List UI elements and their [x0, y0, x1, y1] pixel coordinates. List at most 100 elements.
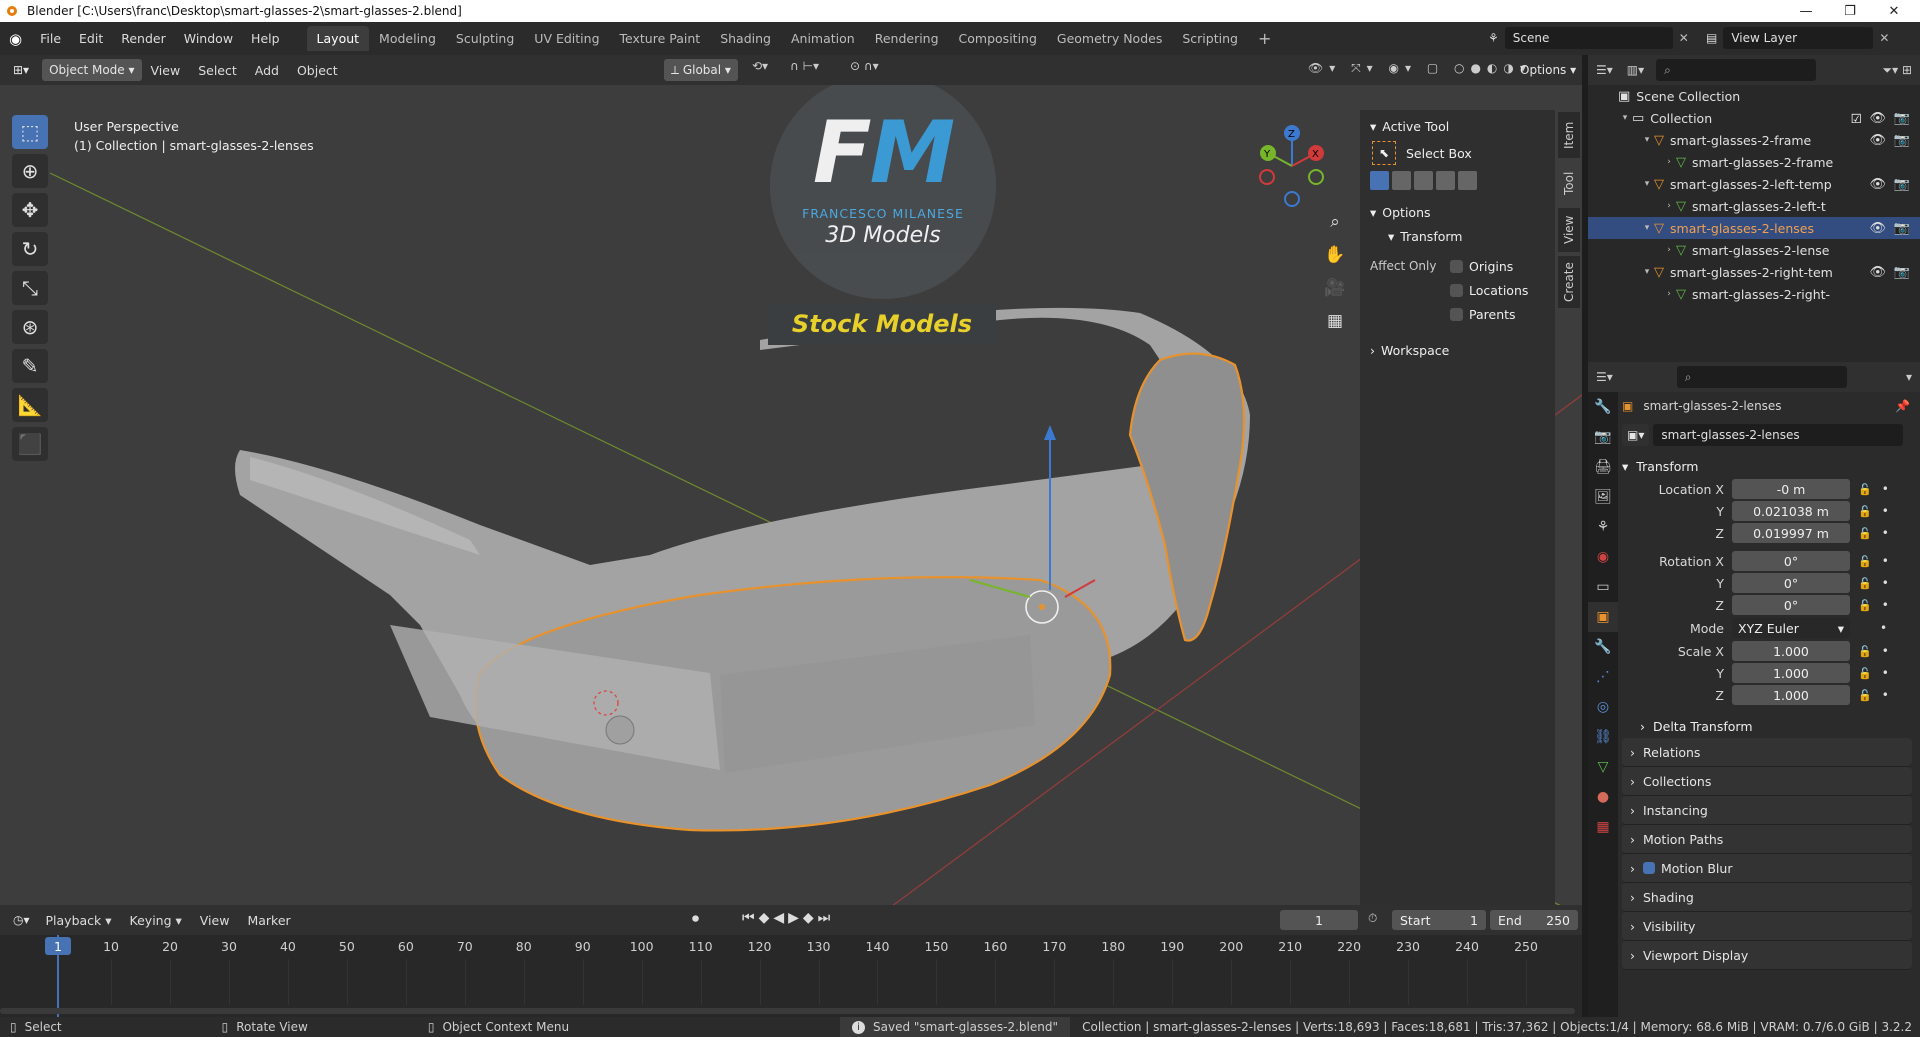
gizmo-neg-x-ball[interactable] [1259, 169, 1275, 185]
scene-close-icon[interactable]: ✕ [1679, 31, 1689, 45]
world-props-icon[interactable]: ◉ [1588, 542, 1618, 572]
tab-rendering[interactable]: Rendering [865, 26, 949, 51]
scene-props-icon[interactable]: ⚘ [1588, 512, 1618, 542]
keyframe-dot-icon[interactable]: • [1882, 526, 1889, 540]
transform-subheader[interactable]: ▾ Transform [1370, 224, 1545, 248]
properties-search-input[interactable]: ⌕ [1676, 366, 1847, 388]
datablock-browse-icon[interactable]: ▣▾ [1622, 424, 1650, 446]
tab-sculpting[interactable]: Sculpting [446, 26, 524, 51]
visibility-eye-icon[interactable]: 👁 [1869, 265, 1886, 280]
select-box-row[interactable]: ⬉ Select Box [1370, 138, 1545, 168]
delta-transform-header[interactable]: › Delta Transform [1622, 714, 1916, 738]
outliner-row[interactable]: ▾ ▽ smart-glasses-2-left-temp 👁 📷 [1588, 173, 1920, 195]
expand-toggle-icon[interactable]: ▾ [1640, 179, 1654, 189]
keyframe-dot-icon[interactable]: • [1880, 621, 1887, 635]
output-props-icon[interactable]: 🖨 [1588, 452, 1618, 482]
collection-checkbox-icon[interactable]: ☑ [1851, 111, 1862, 126]
menu-add[interactable]: Add [246, 63, 288, 78]
render-camera-icon[interactable]: 📷 [1894, 265, 1910, 280]
lock-icon[interactable]: 🔓 [1858, 527, 1872, 540]
pan-hand-icon[interactable]: ✋ [1322, 242, 1348, 268]
keyframe-dot-icon[interactable]: • [1882, 504, 1889, 518]
move-tool-icon[interactable]: ✥ [12, 193, 48, 227]
object-name-field[interactable]: smart-glasses-2-lenses [1653, 424, 1904, 446]
tab-geometry-nodes[interactable]: Geometry Nodes [1047, 26, 1172, 51]
sidebar-tab-item[interactable]: Item [1558, 112, 1580, 158]
rotation-y-field[interactable]: 0° [1732, 573, 1850, 593]
rotation-x-field[interactable]: 0° [1732, 551, 1850, 571]
select-mode-row[interactable] [1370, 171, 1545, 190]
expand-toggle-icon[interactable]: ▾ [1640, 267, 1654, 277]
outliner-row[interactable]: ▾ ▽ smart-glasses-2-right-tem 👁 📷 [1588, 261, 1920, 283]
measure-tool-icon[interactable]: 📐 [12, 388, 48, 422]
tab-shading[interactable]: Shading [710, 26, 781, 51]
sidebar-tab-view[interactable]: View [1558, 208, 1580, 252]
object-props-icon[interactable]: ▣ [1588, 602, 1618, 632]
scale-z-field[interactable]: 1.000 [1732, 685, 1850, 705]
outliner-search-input[interactable]: ⌕ [1656, 59, 1817, 81]
location-z-field[interactable]: 0.019997 m [1732, 523, 1850, 543]
expand-toggle-icon[interactable]: › [1662, 289, 1676, 299]
collection-eye-icon[interactable]: 👁 [1869, 111, 1886, 126]
view-layer-selector[interactable]: View Layer [1723, 27, 1874, 49]
keyframe-dot-icon[interactable]: • [1882, 644, 1889, 658]
workspace-header[interactable]: › Workspace [1370, 338, 1545, 362]
scene-selector[interactable]: Scene [1504, 27, 1673, 49]
tab-scripting[interactable]: Scripting [1172, 26, 1248, 51]
lock-icon[interactable]: 🔓 [1858, 645, 1872, 658]
display-mode-icon[interactable]: ▥▾ [1627, 63, 1644, 77]
lock-icon[interactable]: 🔓 [1858, 689, 1872, 702]
scale-x-field[interactable]: 1.000 [1732, 641, 1850, 661]
sidebar-tab-create[interactable]: Create [1558, 256, 1580, 308]
mode-extend-icon[interactable] [1392, 171, 1411, 190]
keyframe-dot-icon[interactable]: • [1882, 598, 1889, 612]
mode-difference-icon[interactable] [1436, 171, 1455, 190]
menu-edit[interactable]: Edit [70, 31, 112, 46]
keyframe-dot-icon[interactable]: • [1882, 576, 1889, 590]
keyframe-dot-icon[interactable]: • [1882, 554, 1889, 568]
lock-icon[interactable]: 🔓 [1858, 505, 1872, 518]
collection-props-icon[interactable]: ▭ [1588, 572, 1618, 602]
keyframe-dot-icon[interactable]: • [1882, 666, 1889, 680]
transform-tool-icon[interactable]: ⊛ [12, 310, 48, 344]
lock-icon[interactable]: 🔓 [1858, 483, 1872, 496]
tab-animation[interactable]: Animation [781, 26, 865, 51]
menu-select[interactable]: Select [189, 63, 246, 78]
mesh-data-props-icon[interactable]: ▽ [1588, 752, 1618, 782]
modifier-props-icon[interactable]: 🔧 [1588, 632, 1618, 662]
outliner-editor-icon[interactable]: ☰▾ [1596, 63, 1613, 77]
visibility-eye-icon[interactable]: 👁 [1869, 177, 1886, 192]
menu-file[interactable]: File [31, 31, 70, 46]
tab-compositing[interactable]: Compositing [949, 26, 1047, 51]
properties-options-icon[interactable]: ▾ [1906, 370, 1912, 384]
render-camera-icon[interactable]: 📷 [1894, 177, 1910, 192]
record-icon[interactable]: ⏺ [692, 911, 699, 927]
relations-section[interactable]: › Relations [1622, 738, 1912, 767]
origins-checkbox[interactable] [1450, 259, 1463, 273]
shading-section[interactable]: › Shading [1622, 883, 1912, 912]
lock-icon[interactable]: 🔓 [1858, 577, 1872, 590]
view-layer-close-icon[interactable]: ✕ [1879, 31, 1889, 45]
outliner-row[interactable]: › ▽ smart-glasses-2-left-t [1588, 195, 1920, 217]
location-x-field[interactable]: -0 m [1732, 479, 1850, 499]
proportional-edit-icon[interactable]: ⊙ ∩▾ [850, 59, 879, 73]
tab-layout[interactable]: Layout [306, 26, 370, 51]
zoom-icon[interactable]: ⌕ [1322, 209, 1348, 235]
instancing-section[interactable]: › Instancing [1622, 796, 1912, 825]
rotation-mode-dropdown[interactable]: XYZ Euler ▾ [1732, 618, 1850, 638]
visibility-eye-icon[interactable]: 👁 [1869, 133, 1886, 148]
locations-checkbox[interactable] [1450, 283, 1463, 297]
render-camera-icon[interactable]: 📷 [1894, 221, 1910, 236]
gizmo-neg-z-ball[interactable] [1284, 191, 1300, 207]
maximize-button[interactable]: ❐ [1828, 0, 1872, 22]
keyframe-dot-icon[interactable]: • [1882, 688, 1889, 702]
timeline-ruler[interactable]: 1 10 20 30 40 50 60 70 80 90 100 110 120 130 140 150 160… [0, 935, 1582, 1017]
outliner-row[interactable]: › ▽ smart-glasses-2-frame [1588, 151, 1920, 173]
expand-toggle-icon[interactable]: ▾ [1640, 135, 1654, 145]
blender-menu-icon[interactable]: ◉ [0, 30, 31, 48]
visibility-eye-icon[interactable]: 👁 [1869, 221, 1886, 236]
outliner-row[interactable]: ▾ ▽ smart-glasses-2-lenses 👁 📷 [1588, 217, 1920, 239]
menu-render[interactable]: Render [112, 31, 175, 46]
ortho-grid-icon[interactable]: ▦ [1322, 308, 1348, 334]
particles-props-icon[interactable]: ⋰ [1588, 662, 1618, 692]
